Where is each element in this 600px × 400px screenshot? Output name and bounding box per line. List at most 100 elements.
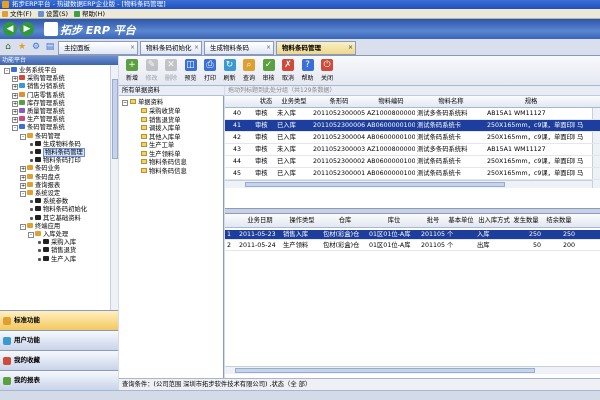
expand-icon[interactable]: + [20, 182, 26, 189]
toolbar-button[interactable]: + 新增 [123, 58, 141, 84]
category-item[interactable]: 其他入库单 [141, 133, 180, 142]
expand-icon[interactable]: + [12, 84, 18, 91]
table-row[interactable]: 40 审核 未入库 2011052300005AZ10008000000W测试多条码系… [225, 108, 600, 120]
tree-item[interactable]: 物料条码管理 [28, 148, 85, 157]
table-row[interactable]: 2 2011-05-24 生产领料 包材(彩盒)仓 01区01位-A库 20110523个… [225, 241, 600, 251]
favorite-star-icon[interactable]: ★ [17, 42, 27, 52]
column-header[interactable]: 仓库 [323, 214, 367, 226]
barcode-grid-hscrollbar[interactable] [225, 180, 592, 188]
expand-icon[interactable]: + [12, 100, 18, 107]
toolbar-button[interactable]: ✕ 删除 [162, 58, 180, 84]
tree-item[interactable]: 采购入库 [36, 239, 76, 247]
column-header[interactable]: 结余数量 [543, 214, 575, 226]
toolbar-button[interactable]: ⏻ 关闭 [318, 58, 336, 84]
column-header[interactable]: 物料名称 [417, 96, 485, 108]
toolbar-button[interactable]: ◫ 预览 [182, 58, 200, 84]
tree-item[interactable]: 销售退货 [36, 247, 76, 255]
tree-item[interactable]: + 查询报表 [20, 181, 60, 190]
column-header[interactable]: 物料编码 [367, 96, 415, 108]
document-tab[interactable]: 物料条码初始化 × [140, 41, 202, 55]
expand-icon[interactable]: + [12, 117, 18, 124]
category-root[interactable]: − 单据资料 [122, 99, 163, 107]
toolbar-button[interactable]: ✓ 审核 [260, 58, 278, 84]
toolbar-button[interactable]: ✗ 取消 [279, 58, 297, 84]
menu-item[interactable]: 帮助(H) [72, 9, 109, 19]
expand-icon[interactable]: + [12, 92, 18, 99]
toolbar-button[interactable]: ⎙ 打印 [201, 58, 219, 84]
category-item[interactable]: 生产工单 [141, 142, 174, 150]
collapse-icon[interactable]: - [20, 133, 26, 140]
table-row[interactable]: 45 审核 已入库 2011052300001AB06000001000W测试条码系统… [225, 168, 600, 180]
tree-item[interactable]: 生产入库 [36, 255, 76, 264]
category-item[interactable]: 调拨入库单 [141, 125, 180, 133]
tree-item[interactable]: 物料条码打印 [28, 157, 81, 165]
tree-vertical-scrollbar[interactable] [110, 65, 118, 310]
column-header[interactable]: 条形码 [313, 96, 365, 108]
tree-item[interactable]: - 终端应用 [20, 222, 60, 231]
tree-item[interactable]: + 条码业务 [20, 165, 60, 173]
document-tab[interactable]: 生成物料条码 × [204, 41, 274, 55]
category-item[interactable]: 采购收货单 [141, 108, 180, 116]
column-header[interactable]: 操作类型 [283, 214, 321, 226]
category-item[interactable]: 物料条码信息 [141, 167, 187, 176]
expand-icon[interactable]: + [20, 174, 26, 181]
tree-item[interactable]: - 业务系统平台 [4, 67, 57, 75]
tree-item[interactable]: 其它基础资料 [28, 214, 81, 223]
document-tab[interactable]: 主控面板 × [58, 41, 138, 55]
tree-item[interactable]: + 销售分销系统 [12, 83, 65, 91]
table-row[interactable]: 1 2011-05-23 销售入库 包材(彩盒)仓 01区01位-A库 20110523个… [225, 230, 600, 240]
tree-item[interactable]: - 条码管理 [20, 132, 60, 141]
column-header[interactable] [227, 96, 253, 108]
table-row[interactable]: 44 审核 已入库 2011052300002AB06000001000W测试条码系统… [225, 156, 600, 168]
expand-icon[interactable]: + [12, 109, 18, 115]
table-row[interactable]: 43 审核 未入库 2011052300003AZ10008000000W测试多条码系… [225, 144, 600, 156]
menu-item[interactable]: 文件(F) [0, 9, 36, 19]
column-header[interactable]: 出入库方式 [477, 214, 511, 226]
tree-item[interactable]: + 条码盘点 [20, 173, 60, 182]
close-icon[interactable]: × [130, 42, 135, 54]
collapse-icon[interactable]: - [4, 68, 10, 74]
close-icon[interactable]: × [266, 42, 271, 54]
window-list-icon[interactable]: ▤ [45, 42, 55, 52]
home-icon[interactable]: ⌂ [3, 42, 13, 52]
close-icon[interactable]: × [194, 42, 199, 54]
column-header[interactable]: 批号 [421, 214, 445, 226]
menu-item[interactable]: 设置(S) [36, 9, 72, 19]
tree-item[interactable]: + 门店零售系统 [12, 91, 65, 100]
tree-item[interactable]: + 质量管理系统 [12, 108, 65, 116]
settings-icon[interactable]: ⚙ [31, 42, 41, 52]
group-by-hint[interactable]: 拖动列标题到此处分组（共129条数据） [225, 86, 600, 96]
document-tab[interactable]: 物料条码管理 × [276, 41, 356, 55]
column-header[interactable]: 发生数量 [511, 214, 541, 226]
column-header[interactable]: 基本单位 [447, 214, 475, 226]
panel-section-button[interactable]: 我的收藏 [0, 350, 118, 370]
toolbar-button[interactable]: ↻ 刷新 [221, 58, 239, 84]
column-header[interactable]: 状态 [255, 96, 277, 108]
tree-item[interactable]: + 生产管理系统 [12, 116, 65, 124]
column-header[interactable] [227, 214, 237, 226]
forward-nav-icon[interactable]: ▶ [20, 22, 34, 36]
panel-section-button[interactable]: 用户功能 [0, 330, 118, 350]
column-header[interactable] [577, 96, 597, 108]
expand-icon[interactable]: + [12, 76, 18, 83]
category-item[interactable]: 物料条码信息 [141, 159, 187, 167]
detail-grid-hscrollbar[interactable] [225, 366, 600, 374]
category-item[interactable]: 生产领料单 [141, 150, 180, 159]
column-header[interactable]: 业务类型 [277, 96, 311, 108]
toolbar-button[interactable]: ⌕ 查询 [240, 58, 258, 84]
panel-section-button[interactable]: 标准功能 [0, 310, 118, 330]
tree-item[interactable]: - 系统设定 [20, 190, 60, 198]
table-row[interactable]: 41 审核 已入库 2011052300006AB06000001000W测试条码系统… [225, 120, 600, 132]
tree-item[interactable]: + 采购管理系统 [12, 75, 65, 83]
toolbar-button[interactable]: ✎ 修改 [143, 58, 161, 84]
tree-item[interactable]: 物料条码初始化 [28, 206, 87, 214]
tree-item[interactable]: - 入库处理 [28, 231, 68, 239]
close-icon[interactable]: × [348, 42, 353, 54]
back-nav-icon[interactable]: ◀ [3, 22, 17, 36]
collapse-icon[interactable]: - [28, 232, 34, 238]
tree-item[interactable]: 系统参数 [28, 198, 68, 206]
tree-item[interactable]: + 库存管理系统 [12, 99, 65, 108]
collapse-icon[interactable]: - [20, 191, 26, 197]
collapse-icon[interactable]: − [122, 100, 128, 106]
column-header[interactable]: 业务日期 [239, 214, 281, 226]
